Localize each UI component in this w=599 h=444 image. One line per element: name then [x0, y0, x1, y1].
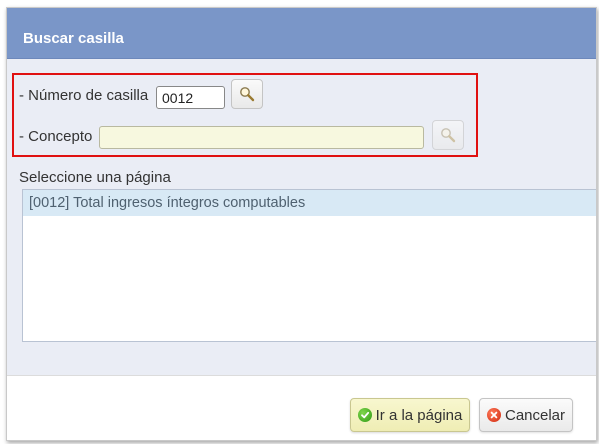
cancel-label: Cancelar — [504, 406, 566, 424]
cancel-button[interactable]: Cancelar — [479, 398, 573, 432]
buscar-casilla-dialog: Buscar casilla - Número de casilla - Con… — [6, 7, 597, 441]
casilla-search-button[interactable] — [231, 79, 263, 109]
concepto-input[interactable] — [99, 126, 424, 149]
page-list[interactable]: [0012] Total ingresos íntegros computabl… — [22, 189, 596, 342]
dialog-title: Buscar casilla — [23, 30, 124, 47]
dialog-titlebar: Buscar casilla — [7, 8, 596, 59]
magnifier-icon — [240, 87, 255, 102]
dialog-body: - Número de casilla - Concepto Seleccion… — [7, 59, 596, 375]
concepto-label: - Concepto — [19, 128, 93, 145]
dialog-footer: Ir a la página Cancelar — [7, 375, 596, 440]
select-page-label: Seleccione una página — [19, 169, 171, 186]
casilla-label: - Número de casilla — [19, 87, 149, 104]
casilla-number-input[interactable] — [156, 86, 225, 109]
go-to-page-label: Ir a la página — [375, 406, 463, 424]
magnifier-icon — [441, 128, 456, 143]
list-item[interactable]: [0012] Total ingresos íntegros computabl… — [23, 190, 596, 216]
concepto-search-button[interactable] — [432, 120, 464, 150]
check-icon — [357, 408, 372, 422]
go-to-page-button[interactable]: Ir a la página — [350, 398, 470, 432]
close-icon — [486, 408, 501, 422]
